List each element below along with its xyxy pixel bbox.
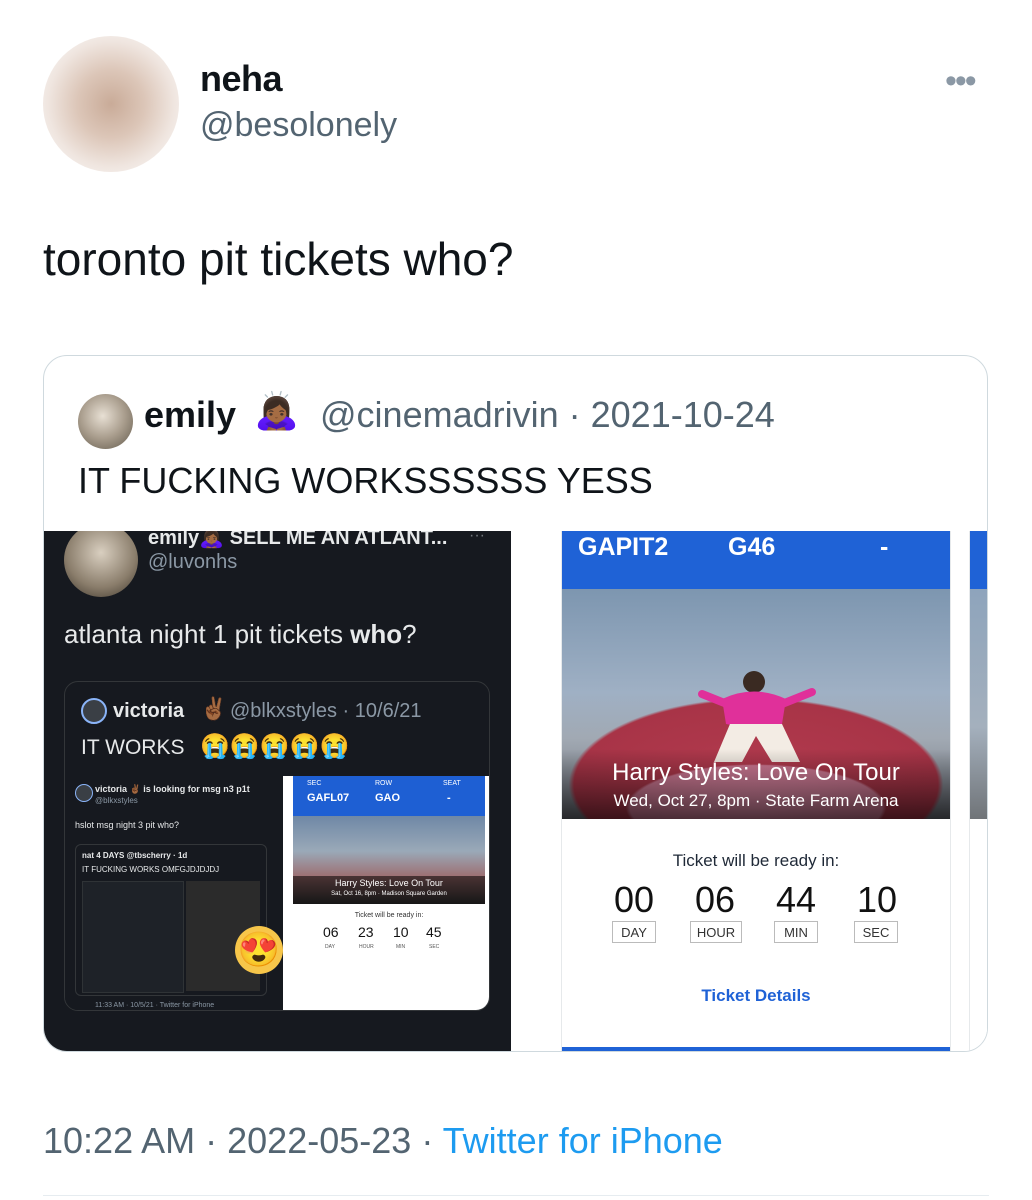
mini-ticket-ready: Ticket will be ready in: xyxy=(354,912,424,919)
mini-ticket-title: Harry Styles: Love On Tour xyxy=(335,878,443,888)
countdown-sec-value: 10 xyxy=(856,879,898,920)
ticket-subtitle: Wed, Oct 27, 8pm · State Farm Arena xyxy=(613,791,899,810)
nested-handle: @blkxstyles · 10/6/21 xyxy=(230,700,422,722)
countdown-sec-label: SEC xyxy=(854,921,898,943)
screenshot-author-name: emily🙇🏾‍♀️ SELL ME AN ATLANT... xyxy=(148,531,448,549)
mini-handle: @blkxstyles xyxy=(95,796,138,805)
mini-text: hslot msg night 3 pit who? xyxy=(75,820,180,830)
quote-author-avatar xyxy=(78,394,133,449)
screenshot-handle: @luvonhs xyxy=(148,551,238,573)
nested-text: IT WORKS xyxy=(81,736,185,759)
countdown-day-value: 00 xyxy=(613,879,655,920)
author-name[interactable]: neha xyxy=(200,58,283,100)
mini-sec-label: SEC xyxy=(307,780,322,787)
mini-cd-hour-label: HOUR xyxy=(359,944,374,950)
screenshot-ellipsis-icon: ··· xyxy=(469,531,485,544)
ticket-row: G46 xyxy=(728,533,776,561)
mini-nested-text: IT FUCKING WORKS OMFGJDJDJDJ xyxy=(82,865,220,874)
mini-seat-label: SEAT xyxy=(443,780,461,787)
mini-cd-day: 06 xyxy=(323,924,339,940)
mini-cd-hour: 23 xyxy=(358,924,374,940)
countdown-day-label: DAY xyxy=(612,921,656,943)
tweet-source-link[interactable]: Twitter for iPhone xyxy=(443,1120,723,1161)
media-next-sliver xyxy=(969,531,987,1051)
mini-ticket-screenshot: SEC ROW SEAT GAFL07 GAO - Harry Styles: … xyxy=(283,776,489,1010)
divider xyxy=(43,1195,989,1196)
mini-sec: GAFL07 xyxy=(307,792,350,804)
heart-eyes-emoji: 😍 xyxy=(235,926,283,974)
ticket-ready-text: Ticket will be ready in: xyxy=(672,851,840,870)
mini-footer: 11:33 AM · 10/5/21 · Twitter for iPhone xyxy=(95,1002,215,1009)
mini-cd-min: 10 xyxy=(393,924,409,940)
ticket-sec: GAPIT2 xyxy=(578,533,669,561)
quoted-tweet[interactable]: emily 🙇🏾‍♀️ @cinemadrivin · 2021-10-24 I… xyxy=(43,355,988,1052)
meta-separator-2: · xyxy=(421,1120,434,1161)
mini-row-label: ROW xyxy=(375,780,393,787)
ticket-bottom-bar xyxy=(562,1047,950,1051)
ticket-title: Harry Styles: Love On Tour xyxy=(612,759,900,786)
mini-cd-day-label: DAY xyxy=(325,944,335,950)
sliver-photo xyxy=(970,589,987,819)
countdown-min-label: MIN xyxy=(774,921,818,943)
nested-author-emoji: ✌🏾 xyxy=(200,696,228,721)
mini-nested-name: nat 4 DAYS @tbscherry · 1d xyxy=(82,851,188,860)
ellipsis-icon[interactable]: ••• xyxy=(945,62,977,101)
screenshot-nested-quote: victoria ✌🏾 @blkxstyles · 10/6/21 IT WOR… xyxy=(64,681,490,1011)
screenshot-text: atlanta night 1 pit tickets who? xyxy=(64,619,417,650)
mini-ticket-header: SEC ROW SEAT GAFL07 GAO - xyxy=(293,776,485,816)
tweet-meta: 10:22 AM · 2022-05-23 · Twitter for iPho… xyxy=(43,1120,723,1162)
quote-author-emoji: 🙇🏾‍♀️ xyxy=(254,390,299,431)
ticket-details-link: Ticket Details xyxy=(701,986,811,1005)
mini-ticket-sub: Sat, Oct 16, 8pm · Madison Square Garden xyxy=(331,891,447,897)
mini-avatar xyxy=(75,784,93,802)
author-handle[interactable]: @besolonely xyxy=(200,106,397,145)
media-screenshot-tweet[interactable]: emily🙇🏾‍♀️ SELL ME AN ATLANT... ··· @luv… xyxy=(44,531,511,1051)
nested-text-emoji: 😭😭😭😭😭 xyxy=(200,733,350,760)
screenshot-avatar xyxy=(64,531,138,597)
mini-cd-min-label: MIN xyxy=(396,944,406,950)
mini-name: victoria ✌🏾 is looking for msg n3 p1t xyxy=(95,784,250,794)
mini-nested-box: nat 4 DAYS @tbscherry · 1d IT FUCKING WO… xyxy=(75,844,267,996)
ticket-header: GAPIT2 G46 - xyxy=(562,531,950,589)
mini-cd-sec-label: SEC xyxy=(429,944,440,950)
tweet-date[interactable]: 2022-05-23 xyxy=(227,1120,411,1161)
quote-author-handle-date: @cinemadrivin · 2021-10-24 xyxy=(320,394,775,436)
mini-inner-tweet xyxy=(82,881,184,993)
countdown-min-value: 44 xyxy=(775,879,817,920)
screenshot-text-plain: atlanta night 1 pit tickets xyxy=(64,619,351,649)
media-screenshot-ticket[interactable]: GAPIT2 G46 - Harry Styles: Love On Tour … xyxy=(561,531,951,1051)
mini-ticket-caption: Harry Styles: Love On Tour Sat, Oct 16, … xyxy=(293,876,485,904)
mini-tweet-screenshot: victoria ✌🏾 is looking for msg n3 p1t @b… xyxy=(65,776,284,1010)
mini-seat: - xyxy=(447,792,451,804)
screenshot-text-bold: who xyxy=(350,619,403,649)
tweet-time[interactable]: 10:22 AM xyxy=(43,1120,195,1161)
countdown-hour-value: 06 xyxy=(694,879,736,920)
sliver-header xyxy=(970,531,987,589)
nested-author-name: victoria xyxy=(113,700,185,722)
quote-author-name: emily xyxy=(144,394,237,435)
nested-avatar xyxy=(81,698,107,724)
author-avatar[interactable] xyxy=(43,36,179,172)
mini-row: GAO xyxy=(375,792,401,804)
quote-text: IT FUCKING WORKSSSSSS YESS xyxy=(78,460,653,501)
ticket-seat: - xyxy=(880,533,889,561)
mini-cd-sec: 45 xyxy=(426,924,442,940)
countdown-hour-label: HOUR xyxy=(690,921,742,943)
quote-author-handle: @cinemadrivin xyxy=(320,394,559,435)
tweet-text: toronto pit tickets who? xyxy=(43,233,514,285)
quote-media[interactable]: emily🙇🏾‍♀️ SELL ME AN ATLANT... ··· @luv… xyxy=(44,531,987,1051)
screenshot-text-end: ? xyxy=(402,619,417,649)
quote-date: · 2021-10-24 xyxy=(568,394,775,435)
meta-separator: · xyxy=(205,1120,218,1161)
